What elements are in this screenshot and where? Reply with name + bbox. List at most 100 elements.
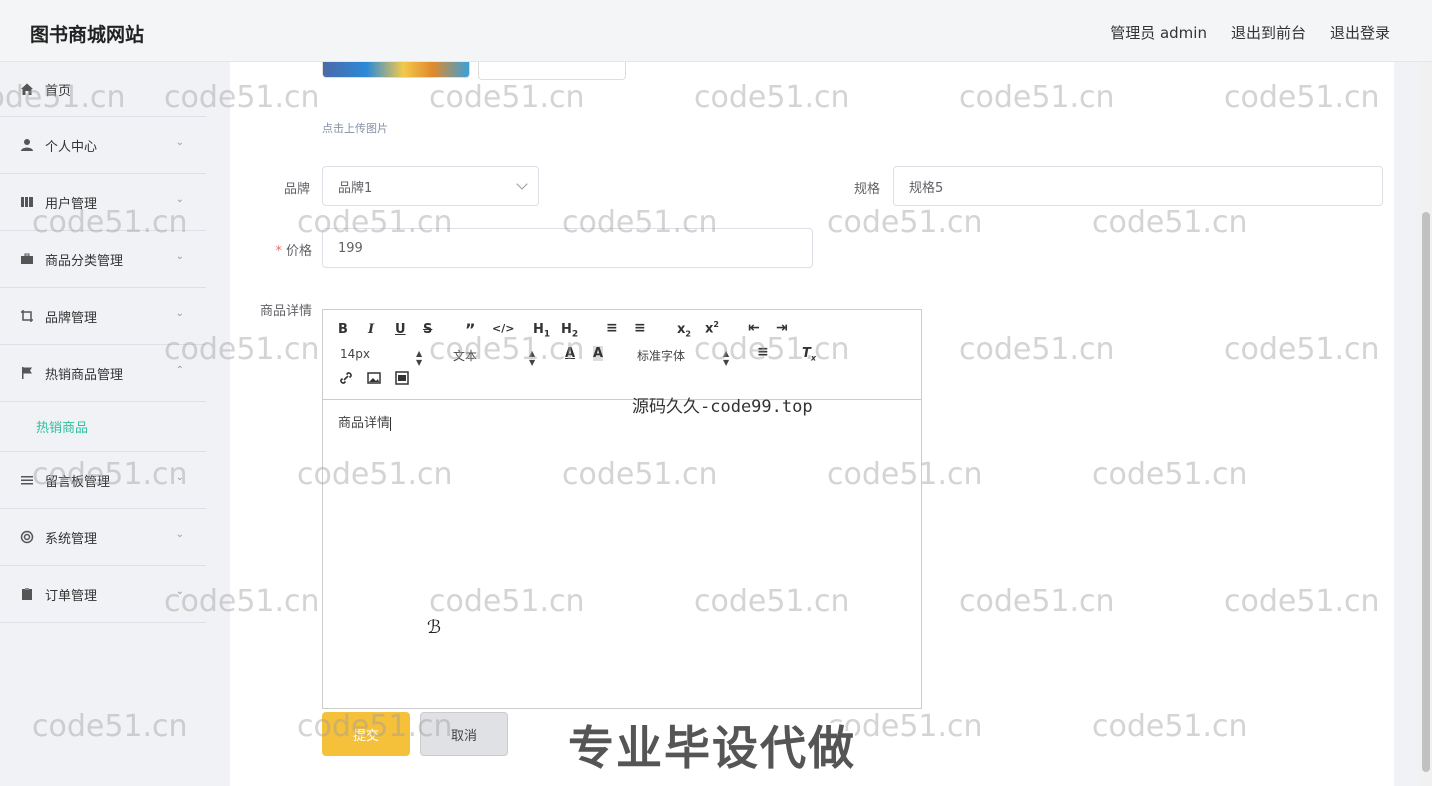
blockquote-icon[interactable]: ” [465, 320, 476, 339]
chevron-down-icon [516, 178, 528, 190]
sidebar-item-orders[interactable]: 订单管理 ⌄ [0, 566, 206, 623]
underline-icon[interactable]: U [395, 322, 406, 337]
chevron-down-icon: ⌄ [175, 308, 184, 319]
lifebuoy-icon [20, 530, 34, 544]
ordered-list-icon[interactable]: ≡ [606, 320, 618, 336]
sidebar: 首页 个人中心 ⌄ 用户管理 ⌄ 商品分类管理 ⌄ 品牌管理 ⌄ 热销商品管理 … [0, 62, 206, 786]
price-label: * 价格 [260, 240, 312, 259]
sidebar-item-hot-products[interactable]: 热销商品管理 ⌃ [0, 345, 206, 402]
font-color-icon[interactable]: A [565, 346, 575, 361]
subscript-icon[interactable]: x2 [677, 322, 691, 339]
sidebar-item-profile[interactable]: 个人中心 ⌄ [0, 117, 206, 174]
heading2-icon[interactable]: H2 [561, 322, 578, 340]
submit-button[interactable]: 提交 [322, 712, 410, 756]
align-icon[interactable]: ≡ [757, 344, 769, 360]
sidebar-subitem-hot-products[interactable]: 热销商品 [0, 402, 206, 452]
chevron-up-icon: ⌃ [175, 365, 184, 376]
font-family-value: 标准字体 [637, 349, 686, 363]
site-title: 图书商城网站 [30, 24, 145, 46]
sidebar-item-label: 商品分类管理 [45, 253, 124, 269]
italic-icon[interactable]: I [368, 322, 374, 337]
sidebar-item-home[interactable]: 首页 [0, 62, 206, 117]
clipboard-icon [20, 587, 34, 601]
chevron-down-icon: ⌄ [175, 529, 184, 540]
sidebar-item-label: 系统管理 [45, 531, 98, 547]
brand-select[interactable]: 品牌1 [322, 166, 539, 206]
outdent-icon[interactable]: ⇤ [748, 320, 760, 336]
chevron-down-icon: ⌄ [175, 586, 184, 597]
link-icon[interactable] [338, 370, 354, 390]
sidebar-item-category[interactable]: 商品分类管理 ⌄ [0, 231, 206, 288]
briefcase-icon [20, 252, 34, 266]
logout-link[interactable]: 退出登录 [1330, 22, 1390, 43]
book-icon [20, 195, 34, 209]
flag-icon [20, 366, 34, 380]
admin-user-link[interactable]: 管理员 admin [1110, 22, 1207, 43]
editor-content[interactable]: 商品详情 [323, 400, 921, 443]
chevron-down-icon: ⌄ [175, 194, 184, 205]
updown-arrow-icon: ▲ ▼ [416, 349, 423, 367]
crop-icon [20, 309, 34, 323]
strikethrough-icon[interactable]: S [423, 322, 432, 337]
text-caret [390, 416, 392, 431]
price-input-value: 199 [338, 240, 363, 256]
indent-icon[interactable]: ⇥ [776, 320, 788, 336]
block-type-value: 文本 [453, 349, 478, 363]
brand-label: 品牌 [283, 182, 310, 197]
home-icon [20, 82, 34, 96]
chevron-down-icon: ⌄ [175, 137, 184, 148]
main-content: 点击上传图片 品牌 品牌1 规格 规格5 * 价格 199 商品详情 B I U … [230, 56, 1394, 786]
price-label-text: 价格 [285, 244, 312, 259]
sidebar-item-label: 热销商品管理 [45, 367, 124, 383]
sidebar-item-label: 品牌管理 [45, 310, 98, 326]
user-icon [20, 138, 34, 152]
sidebar-item-label: 订单管理 [45, 588, 98, 604]
detail-label: 商品详情 [259, 304, 312, 319]
required-mark: * [275, 244, 282, 259]
scrollbar-thumb[interactable] [1422, 212, 1430, 772]
spec-input[interactable]: 规格5 [893, 166, 1383, 206]
image-icon[interactable] [366, 370, 382, 390]
chevron-down-icon: ⌄ [175, 472, 184, 483]
go-frontend-link[interactable]: 退出到前台 [1231, 22, 1306, 43]
superscript-icon[interactable]: x2 [705, 320, 719, 336]
editor-content-text: 商品详情 [338, 416, 391, 431]
top-nav: 管理员 admin 退出到前台 退出登录 [1110, 22, 1390, 43]
bullet-list-icon[interactable]: ≡ [634, 320, 646, 336]
editor-toolbar: B I U S ” </> H1 H2 ≡ ≡ x2 x2 ⇤ ⇥ 14px ▲… [323, 310, 921, 400]
spec-label: 规格 [853, 182, 880, 197]
sidebar-item-label: 留言板管理 [45, 474, 111, 490]
video-icon[interactable] [394, 370, 410, 390]
sidebar-item-label: 个人中心 [45, 139, 98, 155]
updown-arrow-icon: ▲ ▼ [723, 349, 730, 367]
chevron-down-icon: ⌄ [175, 251, 184, 262]
updown-arrow-icon: ▲ ▼ [529, 349, 536, 367]
brand-select-value: 品牌1 [338, 180, 373, 196]
sidebar-item-system[interactable]: 系统管理 ⌄ [0, 509, 206, 566]
page-scrollbar[interactable] [1420, 62, 1432, 786]
source-watermark: 源码久久-code99.top [632, 397, 813, 417]
sidebar-item-brand[interactable]: 品牌管理 ⌄ [0, 288, 206, 345]
font-size-select[interactable]: 14px ▲ ▼ [340, 347, 424, 367]
top-header: 图书商城网站 管理员 admin 退出到前台 退出登录 [0, 0, 1432, 62]
list-icon [20, 473, 34, 487]
block-type-select[interactable]: 文本 ▲ ▼ [453, 347, 537, 367]
cancel-button[interactable]: 取消 [420, 712, 508, 756]
sidebar-item-label: 首页 [45, 83, 72, 99]
font-family-select[interactable]: 标准字体 ▲ ▼ [637, 347, 731, 367]
bold-icon[interactable]: B [338, 322, 348, 337]
sidebar-item-users[interactable]: 用户管理 ⌄ [0, 174, 206, 231]
clear-format-icon[interactable]: Tx [802, 346, 816, 363]
upload-tip: 点击上传图片 [322, 122, 388, 135]
background-color-icon[interactable]: A [593, 346, 604, 361]
banner-watermark: 专业毕设代做 [568, 721, 856, 775]
sidebar-item-label: 用户管理 [45, 196, 98, 212]
font-size-value: 14px [340, 347, 370, 361]
rich-text-editor[interactable]: B I U S ” </> H1 H2 ≡ ≡ x2 x2 ⇤ ⇥ 14px ▲… [322, 309, 922, 709]
code-block-icon[interactable]: </> [492, 322, 514, 335]
spec-input-value: 规格5 [909, 180, 944, 196]
heading1-icon[interactable]: H1 [533, 322, 550, 340]
price-input[interactable]: 199 [322, 228, 813, 268]
text-cursor-icon: ℬ [427, 617, 442, 638]
sidebar-item-messages[interactable]: 留言板管理 ⌄ [0, 452, 206, 509]
